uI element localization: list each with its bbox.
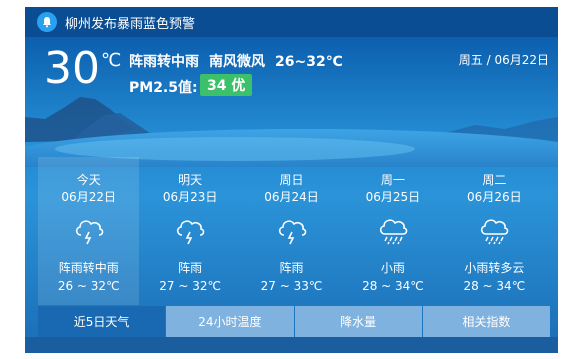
day-weather: 小雨	[380, 261, 405, 275]
current-date: 周五 / 06月22日	[458, 53, 549, 67]
alert-bar[interactable]: 柳州发布暴雨蓝色预警	[25, 7, 558, 37]
current-weather: 阵雨转中雨	[129, 54, 199, 70]
tab-5-day-weather[interactable]: 近5日天气	[38, 306, 166, 337]
day-date: 06月25日	[365, 190, 421, 204]
current-range: 26~32℃	[275, 54, 343, 70]
forecast-day-today[interactable]: 今天 06月22日 阵雨转中雨 26 ~ 32℃	[38, 157, 140, 305]
forecast-list: 今天 06月22日 阵雨转中雨 26 ~ 32℃ 明天 06月23日 阵雨 27…	[38, 157, 545, 305]
forecast-day-tuesday[interactable]: 周二 06月26日 小雨转多云 28 ~ 34℃	[444, 157, 545, 305]
tab-24h-temperature[interactable]: 24小时温度	[166, 306, 294, 337]
day-date: 06月23日	[162, 190, 218, 204]
day-weather: 阵雨	[178, 261, 203, 275]
day-name: 周二	[482, 173, 507, 187]
thunderstorm-cloud-icon	[75, 220, 104, 245]
current-summary: 阵雨转中雨 南风微风 26~32℃	[129, 51, 353, 71]
pm25-badge: 34 优	[200, 74, 253, 96]
current-wind: 南风微风	[209, 54, 265, 70]
thunderstorm-cloud-icon	[278, 220, 306, 245]
day-date: 06月26日	[467, 190, 522, 204]
thunderstorm-cloud-icon	[177, 220, 205, 245]
day-temp: 26 ~ 32℃	[57, 279, 120, 293]
day-date: 06月24日	[264, 190, 319, 204]
day-date: 06月22日	[61, 190, 116, 204]
day-weather: 阵雨	[279, 261, 304, 275]
day-name: 今天	[76, 173, 101, 187]
bottom-strip	[25, 337, 558, 353]
current-temperature: 30	[44, 43, 100, 94]
day-name: 周日	[279, 173, 304, 187]
day-name: 周一	[380, 173, 405, 187]
day-weather: 阵雨转中雨	[58, 261, 119, 275]
rain-cloud-icon	[481, 219, 509, 245]
pm25-label: PM2.5值:	[129, 80, 198, 96]
weather-widget: 柳州发布暴雨蓝色预警 30 ℃ 阵雨转中雨 南风微风 26~32℃ PM2.5值: …	[25, 7, 558, 353]
day-temp: 27 ~ 32℃	[159, 279, 221, 293]
temperature-unit: ℃	[101, 50, 122, 71]
tab-bar: 近5日天气 24小时温度 降水量 相关指数	[38, 306, 550, 337]
day-temp: 27 ~ 33℃	[260, 279, 323, 293]
day-weather: 小雨转多云	[464, 261, 525, 275]
day-temp: 28 ~ 34℃	[362, 279, 424, 293]
rain-cloud-icon	[379, 219, 408, 245]
tab-precipitation[interactable]: 降水量	[294, 306, 422, 337]
day-temp: 28 ~ 34℃	[463, 279, 526, 293]
bell-icon	[37, 12, 57, 32]
forecast-day-sunday[interactable]: 周日 06月24日 阵雨 27 ~ 33℃	[241, 157, 342, 305]
day-name: 明天	[178, 173, 203, 187]
forecast-day-tomorrow[interactable]: 明天 06月23日 阵雨 27 ~ 32℃	[139, 157, 240, 305]
forecast-day-monday[interactable]: 周一 06月25日 小雨 28 ~ 34℃	[342, 157, 443, 305]
alert-text[interactable]: 柳州发布暴雨蓝色预警	[65, 13, 195, 32]
tab-related-indices[interactable]: 相关指数	[422, 306, 550, 337]
